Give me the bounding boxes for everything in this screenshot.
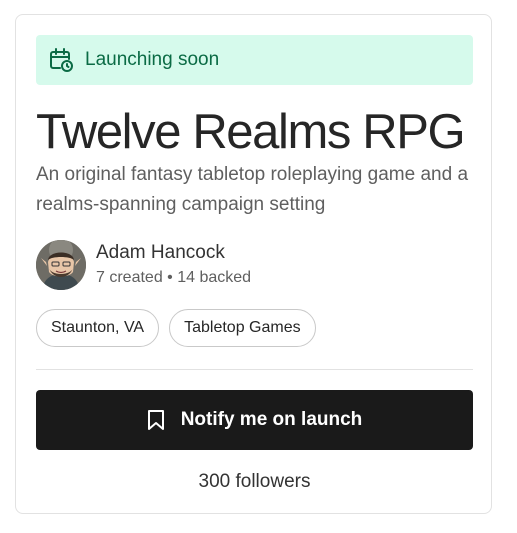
creator-name[interactable]: Adam Hancock xyxy=(96,241,251,265)
project-title[interactable]: Twelve Realms RPG xyxy=(36,103,466,161)
tag-category[interactable]: Tabletop Games xyxy=(169,309,316,347)
notify-me-label: Notify me on launch xyxy=(180,409,363,430)
tag-location[interactable]: Staunton, VA xyxy=(36,309,160,347)
project-description: An original fantasy tabletop roleplaying… xyxy=(36,164,469,215)
project-tags: Staunton, VA Tabletop Games xyxy=(36,309,316,347)
launch-status-text: Launching soon xyxy=(85,49,220,70)
creator-block: Adam Hancock 7 created • 14 backed xyxy=(36,239,251,291)
divider xyxy=(36,369,473,370)
calendar-clock-icon xyxy=(47,46,75,74)
notify-me-button[interactable]: Notify me on launch xyxy=(36,390,473,450)
bookmark-icon xyxy=(147,409,165,431)
creator-avatar[interactable] xyxy=(36,240,86,290)
followers-count: 300 followers xyxy=(198,471,311,492)
creator-stats: 7 created • 14 backed xyxy=(96,269,252,286)
launch-status-banner: Launching soon xyxy=(36,35,473,85)
project-card: Launching soon Twelve Realms RPG An orig… xyxy=(15,14,492,514)
